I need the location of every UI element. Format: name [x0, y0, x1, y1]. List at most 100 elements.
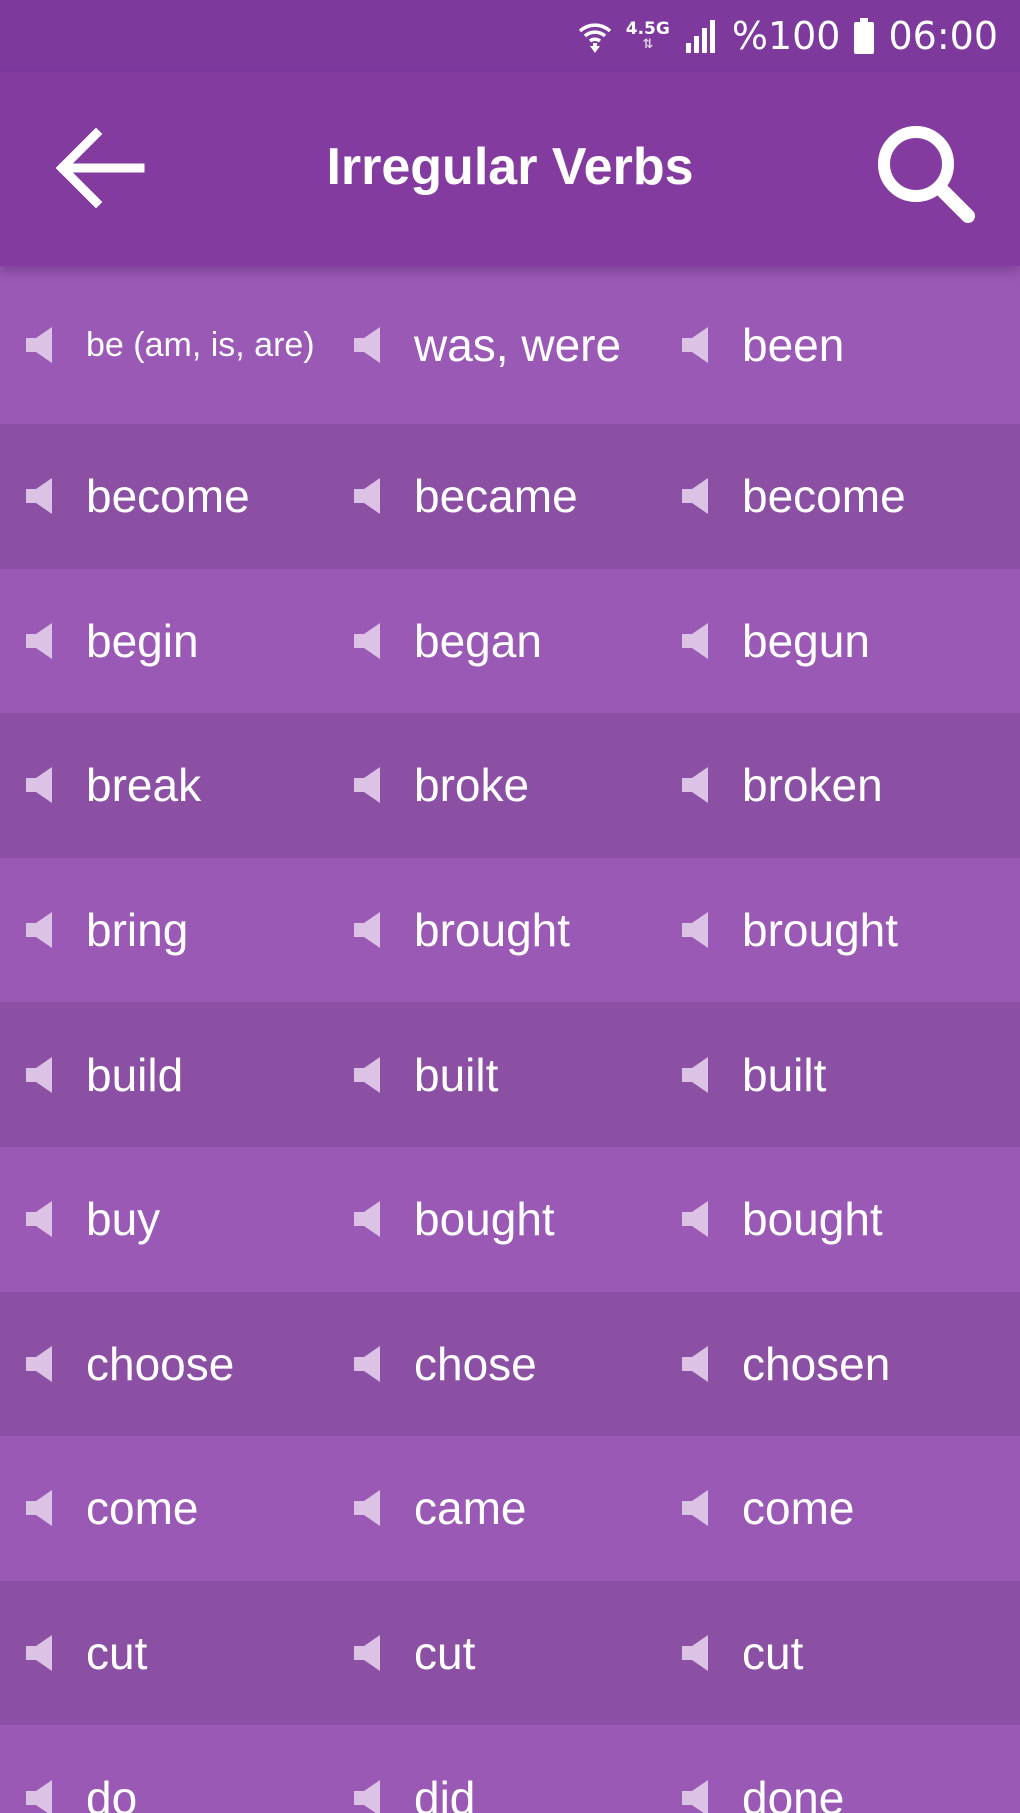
screen: 4.5G ⇅ %100 06:00 Irregular Verbs be (am…: [0, 0, 1020, 1813]
verb-past-participle[interactable]: cut: [656, 1581, 1020, 1726]
verb-past-participle[interactable]: chosen: [656, 1292, 1020, 1437]
verb-past-participle[interactable]: become: [656, 424, 1020, 569]
verb-past-simple[interactable]: broke: [328, 713, 656, 858]
verb-text: chosen: [742, 1337, 891, 1390]
clock: 06:00: [888, 14, 998, 58]
speaker-icon[interactable]: [26, 1200, 56, 1238]
verb-past-simple[interactable]: cut: [328, 1581, 656, 1726]
verb-past-participle[interactable]: bought: [656, 1147, 1020, 1292]
speaker-icon[interactable]: [354, 622, 384, 660]
verb-text: build: [86, 1048, 184, 1101]
verb-past-simple[interactable]: came: [328, 1436, 656, 1581]
speaker-icon[interactable]: [682, 911, 712, 949]
verb-base-form[interactable]: bring: [0, 858, 328, 1003]
verb-text: cut: [86, 1627, 148, 1680]
verb-text: bring: [86, 904, 189, 957]
speaker-icon[interactable]: [354, 477, 384, 515]
verb-past-simple[interactable]: brought: [328, 858, 656, 1003]
speaker-icon[interactable]: [354, 1634, 384, 1672]
speaker-icon[interactable]: [354, 1056, 384, 1094]
verb-past-simple[interactable]: bought: [328, 1147, 656, 1292]
speaker-icon[interactable]: [26, 1779, 56, 1813]
speaker-icon[interactable]: [682, 1200, 712, 1238]
verb-base-form[interactable]: cut: [0, 1581, 328, 1726]
verb-text: came: [414, 1482, 527, 1535]
verb-base-form[interactable]: be (am, is, are): [0, 266, 328, 424]
speaker-icon[interactable]: [26, 477, 56, 515]
verb-text: begin: [86, 614, 199, 667]
verb-text: began: [414, 614, 542, 667]
verb-row: do did done: [0, 1725, 1020, 1813]
verb-list: be (am, is, are) was, were been become b…: [0, 266, 1020, 1813]
verb-text: built: [414, 1048, 499, 1101]
verb-base-form[interactable]: break: [0, 713, 328, 858]
speaker-icon[interactable]: [26, 766, 56, 804]
speaker-icon[interactable]: [682, 326, 712, 364]
speaker-icon[interactable]: [26, 622, 56, 660]
verb-row: bring brought brought: [0, 857, 1020, 1003]
verb-base-form[interactable]: come: [0, 1436, 328, 1581]
verb-text: been: [742, 319, 845, 371]
speaker-icon[interactable]: [26, 1056, 56, 1094]
speaker-icon[interactable]: [26, 326, 56, 364]
verb-past-participle[interactable]: built: [656, 1002, 1020, 1147]
speaker-icon[interactable]: [682, 1634, 712, 1672]
speaker-icon[interactable]: [682, 1056, 712, 1094]
speaker-icon[interactable]: [354, 1200, 384, 1238]
verb-past-simple[interactable]: became: [328, 424, 656, 569]
verb-row: be (am, is, are) was, were been: [0, 266, 1020, 424]
speaker-icon[interactable]: [682, 1489, 712, 1527]
verb-past-participle[interactable]: begun: [656, 569, 1020, 714]
speaker-icon[interactable]: [26, 911, 56, 949]
verb-row: build built built: [0, 1002, 1020, 1147]
verb-base-form[interactable]: begin: [0, 569, 328, 714]
verb-text: become: [86, 470, 250, 523]
verb-text: come: [742, 1482, 855, 1535]
battery-icon: [854, 18, 875, 54]
wifi-icon: [578, 19, 612, 53]
verb-text: brought: [414, 904, 571, 957]
verb-past-participle[interactable]: been: [656, 266, 1020, 424]
speaker-icon[interactable]: [26, 1345, 56, 1383]
verb-base-form[interactable]: become: [0, 424, 328, 569]
search-button[interactable]: [864, 112, 984, 232]
verb-past-simple[interactable]: built: [328, 1002, 656, 1147]
speaker-icon[interactable]: [354, 911, 384, 949]
status-bar: 4.5G ⇅ %100 06:00: [0, 0, 1020, 72]
verb-base-form[interactable]: choose: [0, 1292, 328, 1437]
speaker-icon[interactable]: [682, 622, 712, 660]
verb-text: cut: [414, 1627, 476, 1680]
verb-text: become: [742, 470, 906, 523]
verb-base-form[interactable]: do: [0, 1725, 328, 1813]
verb-text: begun: [742, 614, 870, 667]
verb-text: brought: [742, 904, 899, 957]
verb-row: come came come: [0, 1436, 1020, 1581]
verb-row: cut cut cut: [0, 1580, 1020, 1726]
speaker-icon[interactable]: [26, 1634, 56, 1672]
verb-past-participle[interactable]: done: [656, 1725, 1020, 1813]
verb-text: built: [742, 1048, 827, 1101]
verb-base-form[interactable]: build: [0, 1002, 328, 1147]
verb-past-simple[interactable]: began: [328, 569, 656, 714]
speaker-icon[interactable]: [354, 1779, 384, 1813]
verb-past-simple[interactable]: did: [328, 1725, 656, 1813]
verb-past-simple[interactable]: chose: [328, 1292, 656, 1437]
speaker-icon[interactable]: [354, 326, 384, 364]
speaker-icon[interactable]: [682, 1779, 712, 1813]
speaker-icon[interactable]: [354, 1489, 384, 1527]
speaker-icon[interactable]: [682, 766, 712, 804]
verb-past-participle[interactable]: brought: [656, 858, 1020, 1003]
speaker-icon[interactable]: [354, 766, 384, 804]
verb-row: become became become: [0, 424, 1020, 569]
speaker-icon[interactable]: [682, 1345, 712, 1383]
verb-past-simple[interactable]: was, were: [328, 266, 656, 424]
verb-past-participle[interactable]: come: [656, 1436, 1020, 1581]
verb-base-form[interactable]: buy: [0, 1147, 328, 1292]
verb-text: broken: [742, 759, 883, 812]
verb-past-participle[interactable]: broken: [656, 713, 1020, 858]
speaker-icon[interactable]: [26, 1489, 56, 1527]
speaker-icon[interactable]: [354, 1345, 384, 1383]
speaker-icon[interactable]: [682, 477, 712, 515]
verb-text: bought: [742, 1193, 883, 1246]
verb-text: broke: [414, 759, 530, 812]
